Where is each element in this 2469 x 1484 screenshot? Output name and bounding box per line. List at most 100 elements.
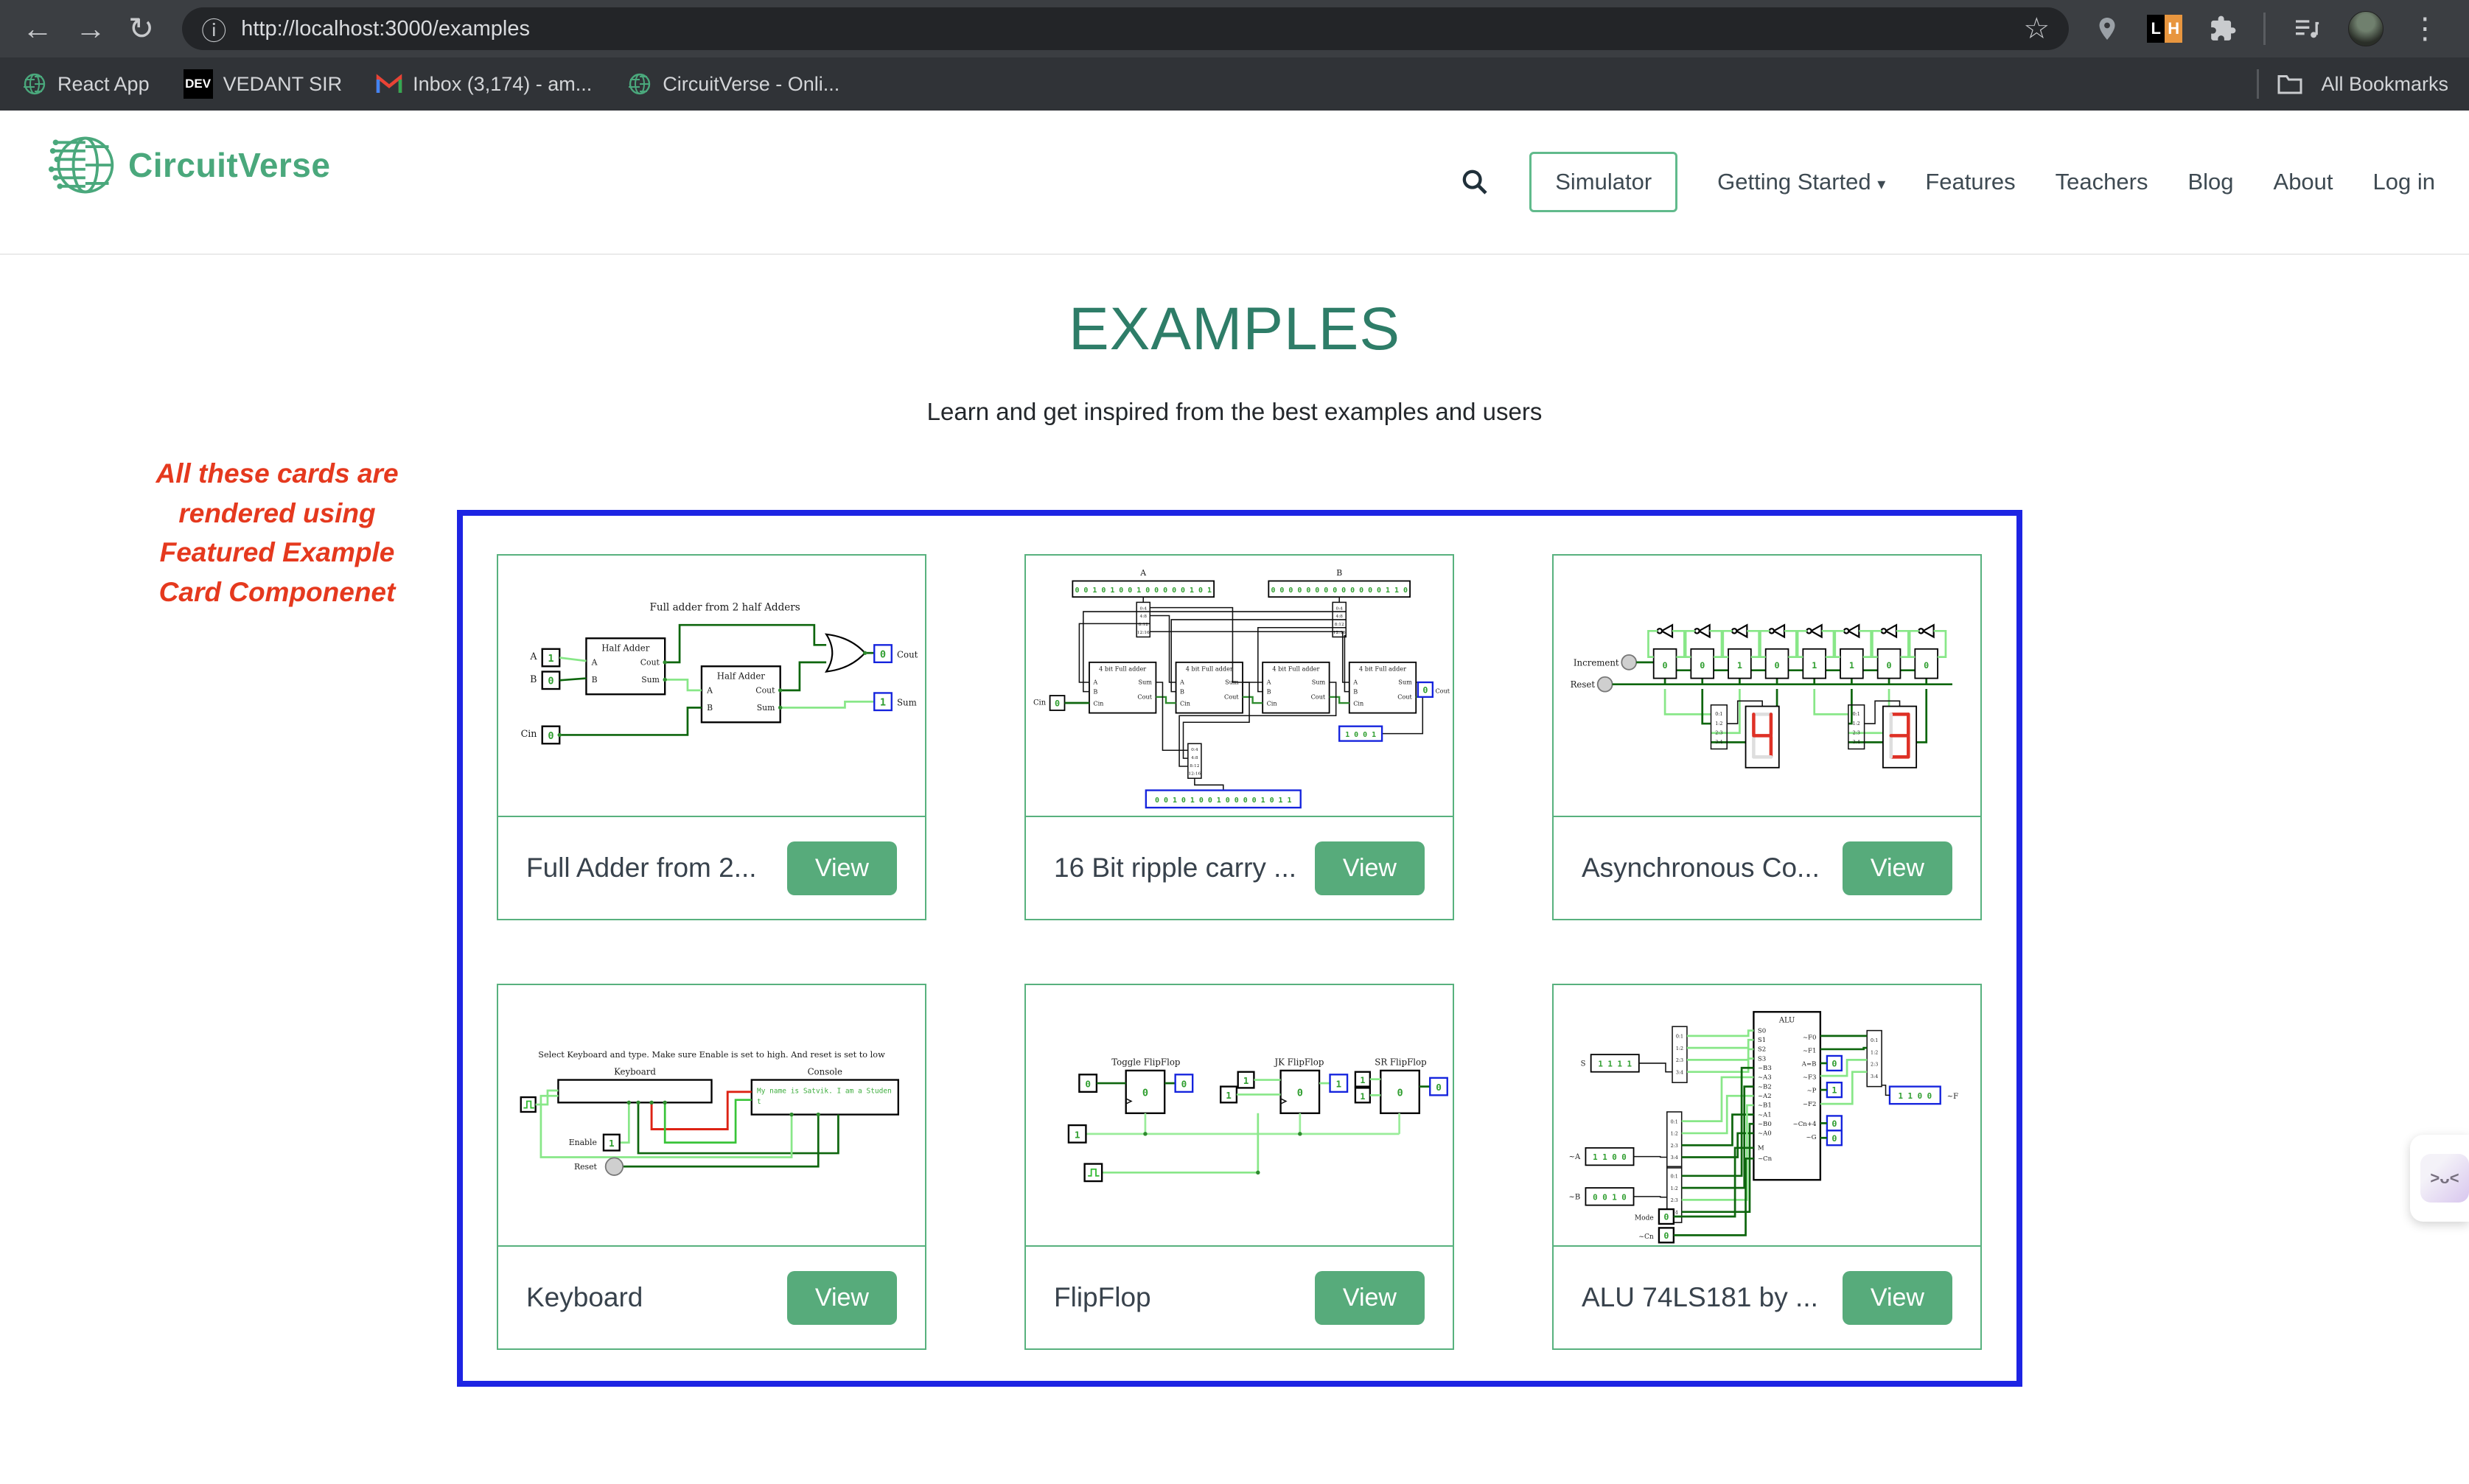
svg-text:4:8: 4:8 xyxy=(1191,756,1198,760)
svg-text:t: t xyxy=(757,1098,761,1106)
example-card-keyboard: Select Keyboard and type. Make sure Enab… xyxy=(497,984,926,1350)
svg-text:S3: S3 xyxy=(1758,1055,1766,1063)
nav-getting-started[interactable]: Getting Started ▾ xyxy=(1717,169,1885,195)
svg-text:1: 1 xyxy=(1075,1129,1080,1140)
svg-text:JK FlipFlop: JK FlipFlop xyxy=(1274,1057,1324,1068)
view-button[interactable]: View xyxy=(787,841,897,895)
svg-text:A: A xyxy=(591,657,598,667)
svg-text:Cin: Cin xyxy=(1093,700,1103,707)
svg-text:A: A xyxy=(706,685,713,695)
svg-text:1: 1 xyxy=(1812,660,1817,671)
svg-text:0: 0 xyxy=(1142,1087,1148,1099)
nav-login[interactable]: Log in xyxy=(2373,169,2435,195)
svg-text:0:1: 0:1 xyxy=(1853,711,1860,717)
svg-text:1: 1 xyxy=(548,653,553,665)
svg-text:3:4: 3:4 xyxy=(1671,1155,1678,1161)
reload-icon[interactable]: ↻ xyxy=(128,13,154,44)
svg-text:3:4: 3:4 xyxy=(1676,1069,1683,1075)
svg-text:B: B xyxy=(1267,687,1271,695)
side-panel-widget[interactable]: >ᴗ< xyxy=(2410,1135,2469,1222)
svg-text:Cout: Cout xyxy=(640,657,660,667)
nav-features[interactable]: Features xyxy=(1925,169,2015,195)
circuit-preview-keyboard: Select Keyboard and type. Make sure Enab… xyxy=(498,985,925,1247)
url-text[interactable]: http://localhost:3000/examples xyxy=(241,17,2023,41)
svg-text:1: 1 xyxy=(609,1138,615,1149)
circuitverse-logo[interactable]: CircuitVerse xyxy=(47,130,330,200)
bookmark-circuitverse[interactable]: CircuitVerse - Onli... xyxy=(626,71,839,97)
gmail-icon xyxy=(376,73,402,95)
circuit-preview-flipflop: Toggle FlipFlop 0 0 JK FlipFlop 0 1 1 xyxy=(1026,985,1453,1247)
svg-text:~Cn: ~Cn xyxy=(1638,1233,1653,1241)
reset-button xyxy=(606,1158,624,1175)
forward-icon[interactable]: → xyxy=(75,13,106,44)
bookmark-inbox[interactable]: Inbox (3,174) - am... xyxy=(376,73,592,96)
svg-text:2:3: 2:3 xyxy=(1871,1063,1878,1068)
svg-text:B: B xyxy=(1336,568,1342,578)
location-pin-icon[interactable] xyxy=(2094,15,2120,42)
nav-teachers[interactable]: Teachers xyxy=(2056,169,2148,195)
nav-simulator-button[interactable]: Simulator xyxy=(1529,152,1677,212)
circuit-preview-ripple-carry: A 0 0 1 0 1 0 0 1 0 0 0 0 0 1 0 1 B 0 0 … xyxy=(1026,556,1453,817)
svg-text:M: M xyxy=(1758,1145,1764,1152)
svg-text:~A2: ~A2 xyxy=(1758,1093,1772,1100)
svg-text:1: 1 xyxy=(1243,1075,1249,1086)
browser-menu-icon[interactable]: ⋮ xyxy=(2410,12,2440,46)
view-button[interactable]: View xyxy=(1843,841,1952,895)
svg-text:2:3: 2:3 xyxy=(1676,1058,1683,1063)
svg-text:0:1: 0:1 xyxy=(1671,1119,1678,1124)
view-button[interactable]: View xyxy=(1315,1271,1425,1325)
bookmark-vedant-sir[interactable]: DEV VEDANT SIR xyxy=(184,69,343,99)
svg-text:Enable: Enable xyxy=(569,1138,597,1147)
svg-text:4 bit Full adder: 4 bit Full adder xyxy=(1186,665,1233,673)
example-card-async-counter: Increment Reset xyxy=(1552,554,1982,920)
svg-text:1: 1 xyxy=(1737,660,1742,671)
extension-lh-icon[interactable]: LH xyxy=(2147,15,2182,43)
view-button[interactable]: View xyxy=(1843,1271,1952,1325)
bookmark-star-icon[interactable]: ☆ xyxy=(2023,12,2050,46)
svg-text:B: B xyxy=(707,703,713,713)
svg-text:Cin: Cin xyxy=(521,728,537,739)
address-bar[interactable]: ⓘ http://localhost:3000/examples ☆ xyxy=(182,7,2069,50)
svg-text:0 0 0 0 0 0 0 0 0 0 0 0 0 1 1: 0 0 0 0 0 0 0 0 0 0 0 0 0 1 1 0 xyxy=(1271,587,1407,595)
nav-blog[interactable]: Blog xyxy=(2187,169,2233,195)
site-info-icon[interactable]: ⓘ xyxy=(201,11,226,47)
view-button[interactable]: View xyxy=(787,1271,897,1325)
nav-about[interactable]: About xyxy=(2274,169,2333,195)
svg-text:Sum: Sum xyxy=(1398,679,1412,686)
svg-text:~B3: ~B3 xyxy=(1758,1065,1772,1072)
main-nav: Simulator Getting Started ▾ Features Tea… xyxy=(1460,111,2435,253)
svg-text:Toggle FlipFlop: Toggle FlipFlop xyxy=(1111,1057,1180,1068)
svg-text:2:3: 2:3 xyxy=(1671,1198,1678,1203)
svg-text:S2: S2 xyxy=(1758,1046,1766,1054)
card-title: ALU 74LS181 by ... xyxy=(1582,1282,1818,1313)
all-bookmarks-button[interactable]: All Bookmarks xyxy=(2321,73,2448,96)
profile-avatar[interactable] xyxy=(2348,11,2384,46)
svg-text:~F: ~F xyxy=(1947,1093,1958,1101)
svg-text:1: 1 xyxy=(1226,1090,1232,1101)
svg-text:1: 1 xyxy=(1360,1091,1365,1102)
search-icon[interactable] xyxy=(1460,167,1490,197)
svg-text:0: 0 xyxy=(1663,1231,1669,1241)
screen: ← → ↻ ⓘ http://localhost:3000/examples ☆… xyxy=(0,0,2469,1484)
svg-text:Cin: Cin xyxy=(1353,700,1363,707)
extensions-puzzle-icon[interactable] xyxy=(2209,15,2237,43)
svg-text:1:2: 1:2 xyxy=(1853,721,1860,727)
media-controls-icon[interactable] xyxy=(2292,14,2322,43)
circuitverse-logo-icon xyxy=(47,130,118,200)
view-button[interactable]: View xyxy=(1315,841,1425,895)
svg-text:A: A xyxy=(1092,679,1097,686)
svg-text:Keyboard: Keyboard xyxy=(614,1066,656,1077)
page-subtitle: Learn and get inspired from the best exa… xyxy=(0,398,2469,426)
svg-text:0: 0 xyxy=(1831,1119,1837,1129)
svg-text:SR FlipFlop: SR FlipFlop xyxy=(1375,1057,1426,1068)
brand-name: CircuitVerse xyxy=(128,145,330,185)
bookmark-react-app[interactable]: React App xyxy=(21,71,150,97)
svg-text:Cin: Cin xyxy=(1267,700,1277,707)
svg-text:~F3: ~F3 xyxy=(1803,1074,1817,1082)
svg-text:0:1: 0:1 xyxy=(1676,1034,1683,1040)
svg-text:3:4: 3:4 xyxy=(1715,739,1722,745)
svg-text:~F1: ~F1 xyxy=(1803,1047,1817,1054)
svg-text:2:3: 2:3 xyxy=(1671,1144,1678,1149)
svg-text:~A0: ~A0 xyxy=(1758,1130,1772,1138)
back-icon[interactable]: ← xyxy=(22,13,53,44)
